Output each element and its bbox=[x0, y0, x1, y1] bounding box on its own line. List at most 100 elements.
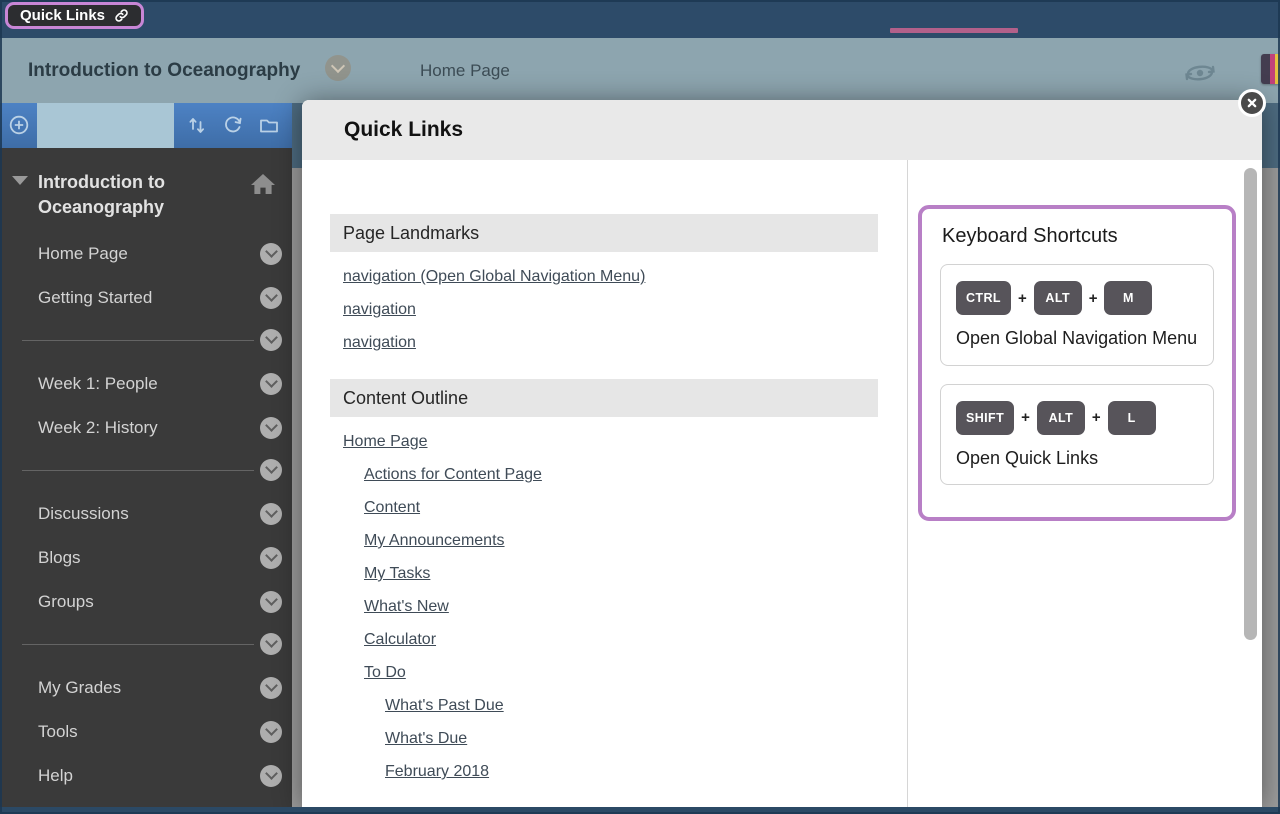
sidebar-item-label: Week 1: People bbox=[38, 374, 158, 394]
view-mode-toggle[interactable] bbox=[37, 103, 174, 148]
link-what-s-due[interactable]: What's Due bbox=[385, 729, 467, 749]
key-separator: + bbox=[1092, 409, 1101, 426]
chevron-down-icon[interactable] bbox=[260, 547, 282, 569]
sidebar-divider bbox=[0, 320, 292, 362]
top-navigation-bar: Quick Links bbox=[0, 0, 1280, 38]
chevron-down-icon[interactable] bbox=[260, 633, 282, 655]
course-menu-chevron-down-icon[interactable] bbox=[325, 55, 351, 81]
sidebar-item-home-page[interactable]: Home Page bbox=[0, 232, 292, 276]
shortcut-list: CTRL+ALT+MOpen Global Navigation MenuSHI… bbox=[940, 264, 1214, 485]
sidebar-item-label: Help bbox=[38, 766, 73, 786]
sidebar-item-label: Getting Started bbox=[38, 288, 152, 308]
chevron-down-icon[interactable] bbox=[260, 765, 282, 787]
course-menu-sidebar: Introduction to Oceanography Home Page Ge… bbox=[0, 103, 292, 814]
sidebar-items: Home Page Getting Started Week 1: People We… bbox=[0, 232, 292, 798]
link-calculator[interactable]: Calculator bbox=[364, 630, 436, 650]
chevron-down-icon[interactable] bbox=[260, 721, 282, 743]
sidebar-course-title: Introduction to Oceanography bbox=[34, 170, 250, 220]
modal-body: Page Landmarksnavigation (Open Global Na… bbox=[302, 160, 1262, 807]
modal-sections: Page Landmarksnavigation (Open Global Na… bbox=[302, 160, 907, 807]
chevron-down-icon[interactable] bbox=[260, 373, 282, 395]
page-footer-band bbox=[0, 807, 1280, 814]
link-navigation[interactable]: navigation bbox=[343, 300, 416, 320]
section-page-landmarks: Page Landmarksnavigation (Open Global Na… bbox=[330, 214, 878, 353]
link-content[interactable]: Content bbox=[364, 498, 420, 518]
link-my-tasks[interactable]: My Tasks bbox=[364, 564, 430, 584]
keyboard-shortcuts-panel: Keyboard Shortcuts CTRL+ALT+MOpen Global… bbox=[918, 205, 1236, 521]
keycap-m: M bbox=[1104, 281, 1152, 315]
sidebar-item-label: Groups bbox=[38, 592, 94, 612]
add-icon[interactable] bbox=[8, 114, 30, 136]
keycap-alt: ALT bbox=[1034, 281, 1082, 315]
link-my-announcements[interactable]: My Announcements bbox=[364, 531, 505, 551]
link-to-do[interactable]: To Do bbox=[364, 663, 406, 683]
link-navigation[interactable]: navigation bbox=[343, 333, 416, 353]
student-preview-icon[interactable] bbox=[1180, 58, 1220, 86]
keycap-alt: ALT bbox=[1037, 401, 1085, 435]
divider-line bbox=[22, 340, 254, 341]
sidebar-item-my-grades[interactable]: My Grades bbox=[0, 666, 292, 710]
active-tab-indicator bbox=[890, 28, 1018, 33]
sidebar-item-groups[interactable]: Groups bbox=[0, 580, 292, 624]
sidebar-item-blogs[interactable]: Blogs bbox=[0, 536, 292, 580]
folder-icon[interactable] bbox=[258, 114, 280, 136]
section-content-outline: Content Outline Home Page Actions for Cont… bbox=[330, 379, 878, 782]
sidebar-course-title-row[interactable]: Introduction to Oceanography bbox=[0, 148, 292, 232]
close-icon[interactable] bbox=[1238, 89, 1266, 117]
keycap-shift: SHIFT bbox=[956, 401, 1014, 435]
divider-line bbox=[22, 470, 254, 471]
sidebar-nav: Introduction to Oceanography Home Page Ge… bbox=[0, 148, 292, 798]
sidebar-item-label: My Grades bbox=[38, 678, 121, 698]
chevron-down-icon[interactable] bbox=[260, 287, 282, 309]
shortcut-description: Open Quick Links bbox=[956, 446, 1198, 472]
link-what-s-past-due[interactable]: What's Past Due bbox=[385, 696, 504, 716]
chevron-down-icon[interactable] bbox=[260, 329, 282, 351]
divider-line bbox=[22, 644, 254, 645]
shortcut-card-open-global-navigation-menu: CTRL+ALT+MOpen Global Navigation Menu bbox=[940, 264, 1214, 366]
link-home-page[interactable]: Home Page bbox=[343, 432, 428, 452]
section-links: Home Page Actions for Content Page Content… bbox=[330, 432, 878, 782]
caret-down-icon bbox=[12, 176, 28, 185]
link-navigation-open-global-navigation-menu[interactable]: navigation (Open Global Navigation Menu) bbox=[343, 267, 645, 287]
sidebar-item-label: Week 2: History bbox=[38, 418, 158, 438]
keycap-l: L bbox=[1108, 401, 1156, 435]
chevron-down-icon[interactable] bbox=[260, 677, 282, 699]
chevron-down-icon[interactable] bbox=[260, 591, 282, 613]
course-menu-toolbar bbox=[0, 103, 292, 148]
link-what-s-new[interactable]: What's New bbox=[364, 597, 449, 617]
key-separator: + bbox=[1089, 290, 1098, 307]
shortcut-keys: CTRL+ALT+M bbox=[956, 281, 1198, 315]
link-february-2018[interactable]: February 2018 bbox=[385, 762, 489, 782]
quick-links-button[interactable]: Quick Links bbox=[5, 2, 144, 29]
modal-title: Quick Links bbox=[302, 100, 1262, 160]
refresh-icon[interactable] bbox=[222, 114, 244, 136]
keyboard-shortcuts-title: Keyboard Shortcuts bbox=[942, 225, 1214, 248]
chevron-down-icon[interactable] bbox=[260, 459, 282, 481]
chevron-down-icon[interactable] bbox=[260, 243, 282, 265]
sidebar-item-help[interactable]: Help bbox=[0, 754, 292, 798]
sidebar-item-label: Tools bbox=[38, 722, 78, 742]
shortcut-card-open-quick-links: SHIFT+ALT+LOpen Quick Links bbox=[940, 384, 1214, 486]
palette-swatch bbox=[1261, 54, 1270, 84]
link-actions-for-content-page[interactable]: Actions for Content Page bbox=[364, 465, 542, 485]
chevron-down-icon[interactable] bbox=[260, 417, 282, 439]
sort-icon[interactable] bbox=[186, 114, 208, 136]
breadcrumb-page-title: Home Page bbox=[420, 38, 510, 103]
course-title: Introduction to Oceanography bbox=[28, 38, 300, 103]
home-icon bbox=[250, 172, 276, 196]
sidebar-item-getting-started[interactable]: Getting Started bbox=[0, 276, 292, 320]
modal-scrollbar-thumb[interactable] bbox=[1244, 168, 1257, 640]
course-header: Introduction to Oceanography Home Page bbox=[0, 38, 1280, 103]
sidebar-item-discussions[interactable]: Discussions bbox=[0, 492, 292, 536]
quick-links-button-label: Quick Links bbox=[20, 7, 105, 24]
shortcut-description: Open Global Navigation Menu bbox=[956, 326, 1198, 352]
chevron-down-icon[interactable] bbox=[260, 503, 282, 525]
sidebar-item-week-2-history[interactable]: Week 2: History bbox=[0, 406, 292, 450]
sidebar-item-tools[interactable]: Tools bbox=[0, 710, 292, 754]
link-icon bbox=[114, 8, 129, 23]
palette-icon[interactable] bbox=[1261, 54, 1280, 84]
sidebar-item-label: Discussions bbox=[38, 504, 129, 524]
sidebar-item-week-1-people[interactable]: Week 1: People bbox=[0, 362, 292, 406]
section-header: Content Outline bbox=[330, 379, 878, 417]
shortcuts-column: Keyboard Shortcuts CTRL+ALT+MOpen Global… bbox=[907, 160, 1262, 807]
